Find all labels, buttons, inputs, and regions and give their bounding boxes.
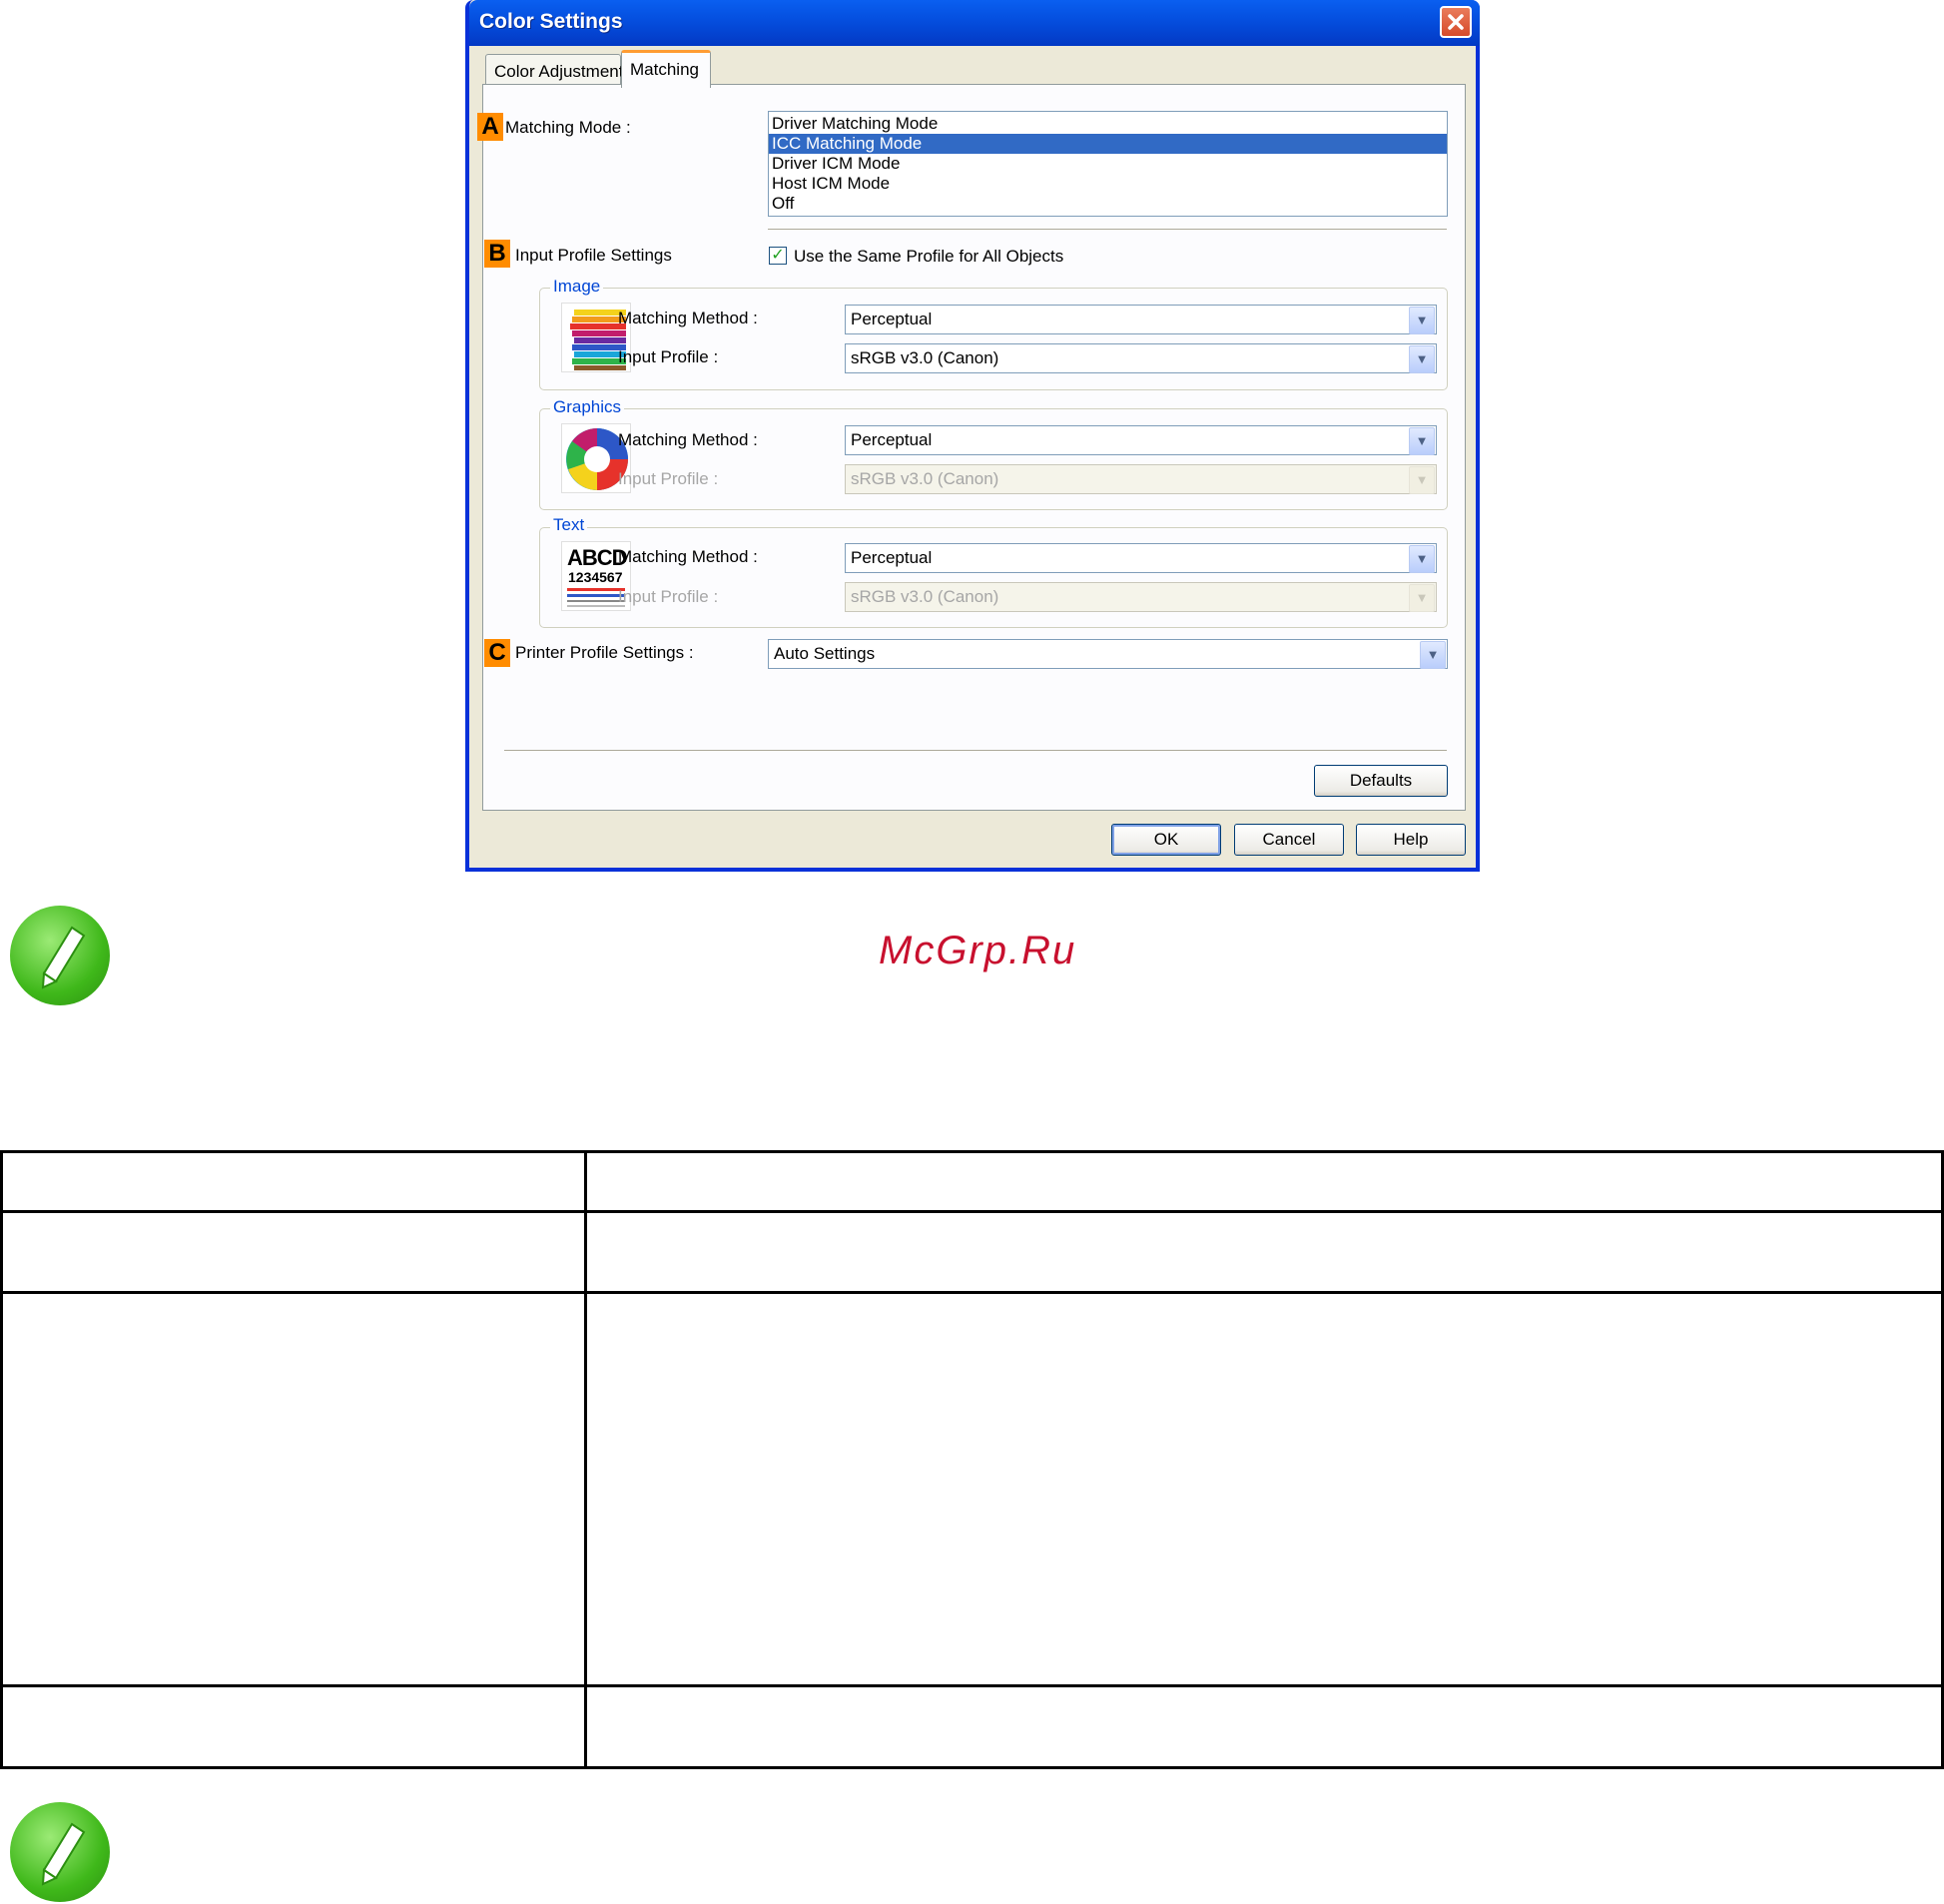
- table-cell: [584, 1210, 1944, 1294]
- tab-matching[interactable]: Matching: [621, 50, 711, 88]
- image-group-title: Image: [550, 277, 604, 297]
- list-item-driver-matching-mode[interactable]: Driver Matching Mode: [769, 114, 1447, 134]
- separator: [768, 229, 1447, 231]
- dialog-title: Color Settings: [479, 10, 623, 33]
- chevron-down-icon[interactable]: ▼: [1420, 641, 1446, 669]
- tab-color-adjustment[interactable]: Color Adjustment: [485, 54, 623, 88]
- list-item-host-icm-mode[interactable]: Host ICM Mode: [769, 174, 1447, 194]
- graphics-group-title: Graphics: [550, 397, 625, 417]
- image-matching-method-value: Perceptual: [851, 310, 933, 328]
- table-cell: [0, 1210, 587, 1294]
- matching-mode-listbox[interactable]: Driver Matching Mode ICC Matching Mode D…: [768, 111, 1448, 217]
- table-row: [0, 1291, 1944, 1687]
- table-cell: [0, 1684, 587, 1769]
- text-matching-method-value: Perceptual: [851, 548, 933, 567]
- graphics-matching-method-select[interactable]: Perceptual ▼: [845, 425, 1437, 455]
- same-profile-checkbox[interactable]: ✓: [769, 247, 787, 265]
- table-cell: [584, 1291, 1944, 1687]
- graphics-input-profile-value: sRGB v3.0 (Canon): [851, 469, 999, 488]
- color-settings-dialog: Color Settings Color Adjustment Matching…: [465, 0, 1480, 872]
- text-input-profile-label: Input Profile :: [618, 587, 719, 606]
- chevron-down-icon: ▼: [1409, 584, 1435, 612]
- marker-a: A: [477, 113, 503, 141]
- close-icon: [1448, 14, 1464, 30]
- graphics-input-profile-label: Input Profile :: [618, 469, 719, 488]
- chevron-down-icon[interactable]: ▼: [1409, 345, 1435, 373]
- image-input-profile-select[interactable]: sRGB v3.0 (Canon) ▼: [845, 343, 1437, 373]
- text-group-title: Text: [550, 515, 588, 535]
- title-bar[interactable]: Color Settings: [469, 0, 1480, 46]
- printer-profile-value: Auto Settings: [774, 644, 876, 663]
- table-row: [0, 1150, 1944, 1213]
- image-input-profile-label: Input Profile :: [618, 347, 719, 366]
- separator: [504, 750, 1447, 752]
- close-button[interactable]: [1440, 6, 1472, 38]
- table-cell: [584, 1684, 1944, 1769]
- image-matching-method-select[interactable]: Perceptual ▼: [845, 305, 1437, 334]
- chevron-down-icon[interactable]: ▼: [1409, 427, 1435, 455]
- image-group: [539, 288, 1448, 390]
- list-item-icc-matching-mode[interactable]: ICC Matching Mode: [769, 134, 1447, 154]
- text-input-profile-value: sRGB v3.0 (Canon): [851, 587, 999, 606]
- graphics-input-profile-select: sRGB v3.0 (Canon) ▼: [845, 464, 1437, 494]
- printer-profile-settings-label: Printer Profile Settings :: [515, 643, 694, 662]
- image-matching-method-label: Matching Method :: [618, 309, 758, 327]
- help-button[interactable]: Help: [1356, 824, 1466, 856]
- list-item-driver-icm-mode[interactable]: Driver ICM Mode: [769, 154, 1447, 174]
- graphics-group: [539, 408, 1448, 510]
- table-cell: [0, 1150, 587, 1213]
- marker-c: C: [484, 639, 510, 667]
- printer-profile-select[interactable]: Auto Settings ▼: [768, 639, 1448, 669]
- note-pencil-icon: [10, 906, 110, 1005]
- table-row: [0, 1684, 1944, 1769]
- cancel-button[interactable]: Cancel: [1234, 824, 1344, 856]
- marker-b: B: [484, 240, 510, 268]
- chevron-down-icon[interactable]: ▼: [1409, 545, 1435, 573]
- graphics-matching-method-label: Matching Method :: [618, 430, 758, 449]
- text-thumb-digits: 1234567: [568, 569, 623, 585]
- table-cell: [0, 1291, 587, 1687]
- note-pencil-icon: [10, 1802, 110, 1902]
- text-matching-method-select[interactable]: Perceptual ▼: [845, 543, 1437, 573]
- defaults-button[interactable]: Defaults: [1314, 765, 1448, 797]
- description-table: [0, 1150, 1944, 1769]
- list-item-off[interactable]: Off: [769, 194, 1447, 214]
- same-profile-label: Use the Same Profile for All Objects: [794, 247, 1064, 266]
- image-input-profile-value: sRGB v3.0 (Canon): [851, 348, 999, 367]
- table-row: [0, 1210, 1944, 1294]
- ok-button[interactable]: OK: [1111, 824, 1221, 856]
- watermark-text: McGrp.Ru: [879, 929, 1077, 972]
- matching-tab-panel: A Matching Mode : Driver Matching Mode I…: [477, 84, 1466, 811]
- chevron-down-icon: ▼: [1409, 466, 1435, 494]
- table-cell: [584, 1150, 1944, 1213]
- text-input-profile-select: sRGB v3.0 (Canon) ▼: [845, 582, 1437, 612]
- chevron-down-icon[interactable]: ▼: [1409, 307, 1435, 334]
- matching-mode-label: Matching Mode :: [505, 118, 631, 137]
- text-matching-method-label: Matching Method :: [618, 547, 758, 566]
- input-profile-settings-label: Input Profile Settings: [515, 246, 672, 265]
- graphics-matching-method-value: Perceptual: [851, 430, 933, 449]
